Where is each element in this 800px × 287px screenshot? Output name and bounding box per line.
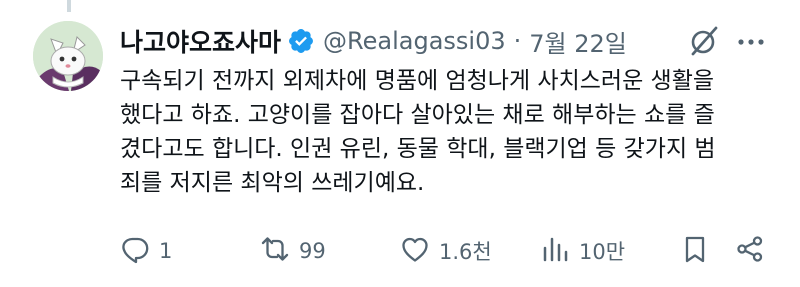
separator-dot: · (513, 27, 522, 55)
more-icon[interactable] (736, 29, 766, 55)
tweet-text-line: 죄를 저지른 최악의 쓰레기예요. (120, 170, 425, 196)
reply-icon (120, 234, 150, 269)
grok-icon[interactable] (688, 25, 720, 57)
tweet-text: 구속되기 전까지 외제차에 명품에 엄청나게 사치스러운 생활을 했다고 하죠.… (120, 64, 785, 200)
tweet-actions-bar: 1 99 1.6천 10만 (120, 232, 780, 270)
cartoon-cat-avatar-image (33, 21, 103, 91)
views-button[interactable]: 10만 (540, 232, 625, 270)
bookmark-button[interactable] (680, 232, 710, 270)
author-handle[interactable]: @Realagassi03 (323, 27, 506, 55)
retweet-button[interactable]: 99 (260, 232, 326, 270)
verified-badge-icon (287, 27, 315, 55)
views-icon (540, 234, 570, 269)
heart-icon (400, 234, 430, 269)
views-count: 10만 (579, 240, 626, 264)
reply-count: 1 (159, 239, 173, 263)
tweet-text-line: 구속되기 전까지 외제차에 명품에 엄청나게 사치스러운 생활을 (120, 68, 715, 94)
share-icon (735, 234, 765, 269)
reply-button[interactable]: 1 (120, 232, 172, 270)
tweet-header: 나고야오죠사마 @Realagassi03 · 7월 22일 (120, 24, 627, 58)
like-button[interactable]: 1.6천 (400, 232, 492, 270)
tweet-text-line: 했다고 하죠. 고양이를 잡아다 살아있는 채로 해부하는 쇼를 즐 (120, 102, 715, 128)
thread-connector-line (67, 0, 71, 12)
like-count: 1.6천 (439, 240, 492, 264)
retweet-icon (260, 234, 290, 269)
tweet-text-line: 겼다고도 합니다. 인권 유린, 동물 학대, 블랙기업 등 갖가지 범 (120, 136, 716, 162)
avatar[interactable] (33, 21, 103, 91)
author-display-name[interactable]: 나고야오죠사마 (120, 23, 281, 59)
retweet-count: 99 (299, 239, 326, 263)
share-button[interactable] (735, 232, 765, 270)
bookmark-icon (680, 234, 710, 269)
tweet-date[interactable]: 7월 22일 (529, 24, 627, 59)
